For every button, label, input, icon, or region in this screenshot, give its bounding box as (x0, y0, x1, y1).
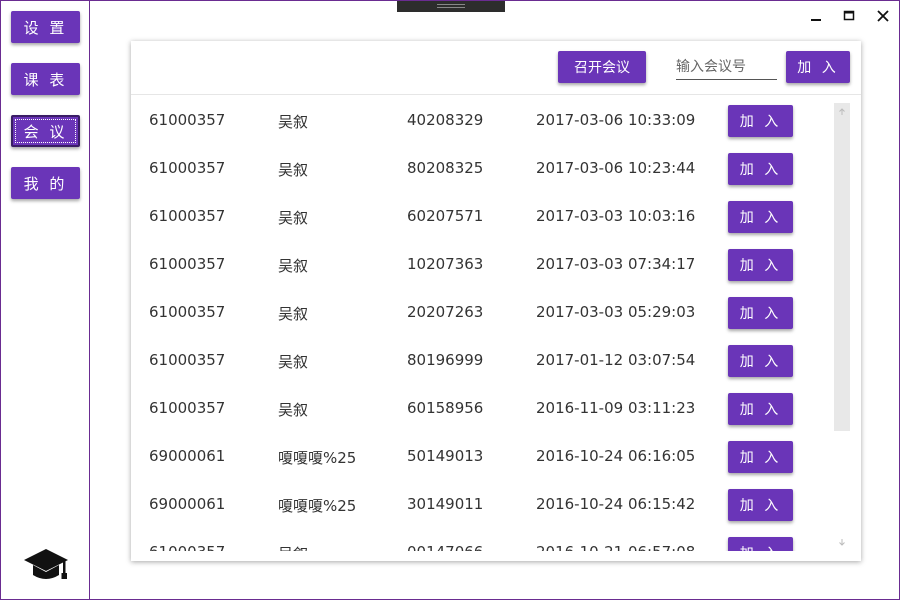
host-name: 吴叙 (278, 353, 309, 371)
sidebar-item-mine[interactable]: 我 的 (11, 167, 80, 199)
host-id: 69000061 (149, 495, 226, 513)
sidebar-item-schedule[interactable]: 课 表 (11, 63, 80, 95)
host-id: 61000357 (149, 111, 226, 129)
meeting-time: 2016-10-24 06:15:42 (536, 495, 696, 513)
row-join-button[interactable]: 加 入 (728, 489, 793, 521)
host-name: 吴叙 (278, 113, 309, 131)
meeting-time: 2017-03-03 07:34:17 (536, 255, 696, 273)
list-item: 61000357 吴叙 60158956 2016-11-09 03:11:23… (131, 384, 831, 432)
host-name: 吴叙 (278, 161, 309, 179)
close-icon[interactable] (873, 7, 893, 25)
drag-handle[interactable] (397, 1, 505, 12)
host-id: 61000357 (149, 543, 225, 551)
row-join-button[interactable]: 加 入 (728, 249, 793, 281)
host-name: 吴叙 (278, 401, 309, 419)
app-window: 设 置 课 表 会 议 我 的 召开会议 加 入 61000357 吴叙 402… (0, 0, 900, 600)
meeting-time: 2017-03-06 10:23:44 (536, 159, 696, 177)
list-item: 61000357 吴叙 40208329 2017-03-06 10:33:09… (131, 96, 831, 144)
meeting-time: 2017-01-12 03:07:54 (536, 351, 696, 369)
list-item: 69000061 嗄嗄嗄%25 50149013 2016-10-24 06:1… (131, 432, 831, 480)
host-id: 61000357 (149, 255, 226, 273)
meeting-number: 40208329 (407, 111, 484, 129)
meeting-time: 2017-03-03 05:29:03 (536, 303, 696, 321)
meeting-number: 60207571 (407, 207, 484, 225)
row-join-button[interactable]: 加 入 (728, 441, 793, 473)
host-name: 吴叙 (278, 209, 309, 227)
list-item: 61000357 吴叙 10207363 2017-03-03 07:34:17… (131, 240, 831, 288)
meeting-time: 2017-03-03 10:03:16 (536, 207, 696, 225)
host-id: 61000357 (149, 351, 226, 369)
host-id: 61000357 (149, 207, 226, 225)
meeting-time: 2016-11-09 03:11:23 (536, 399, 696, 417)
minimize-icon[interactable] (806, 7, 826, 25)
scroll-down-icon[interactable] (834, 535, 850, 549)
host-id: 61000357 (149, 303, 226, 321)
list-item: 61000357 吴叙 80196999 2017-01-12 03:07:54… (131, 336, 831, 384)
card-header: 召开会议 加 入 (131, 41, 861, 95)
list-item: 61000357 吴叙 20207263 2017-03-03 05:29:03… (131, 288, 831, 336)
meeting-number: 00147066 (407, 543, 483, 551)
row-join-button[interactable]: 加 入 (728, 153, 793, 185)
host-name: 嗄嗄嗄%25 (278, 449, 357, 467)
row-join-button[interactable]: 加 入 (728, 345, 793, 377)
row-join-button[interactable]: 加 入 (728, 297, 793, 329)
meeting-number: 10207363 (407, 255, 484, 273)
meeting-time: 2017-03-06 10:33:09 (536, 111, 696, 129)
meeting-number: 80208325 (407, 159, 484, 177)
meeting-time: 2016-10-24 06:16:05 (536, 447, 696, 465)
list-item: 61000357 吴叙 60207571 2017-03-03 10:03:16… (131, 192, 831, 240)
sidebar-item-settings[interactable]: 设 置 (11, 11, 80, 43)
meeting-number: 80196999 (407, 351, 484, 369)
scrollbar[interactable] (834, 103, 852, 553)
join-meeting-button[interactable]: 加 入 (786, 51, 850, 83)
host-name: 嗄嗄嗄%25 (278, 497, 357, 515)
list-item: 69000061 嗄嗄嗄%25 30149011 2016-10-24 06:1… (131, 480, 831, 528)
scrollbar-thumb[interactable] (834, 103, 850, 431)
maximize-icon[interactable] (839, 7, 859, 25)
open-meeting-button[interactable]: 召开会议 (558, 51, 646, 83)
sidebar: 设 置 课 表 会 议 我 的 (1, 1, 90, 599)
meeting-time: 2016-10-21 06:57:08 (536, 543, 695, 551)
row-join-button[interactable]: 加 入 (728, 105, 793, 137)
list-item: 61000357 吴叙 00147066 2016-10-21 06:57:08… (131, 528, 831, 551)
meeting-list-card: 召开会议 加 入 61000357 吴叙 40208329 2017-03-06… (131, 41, 861, 561)
meeting-number: 60158956 (407, 399, 484, 417)
host-id: 69000061 (149, 447, 226, 465)
scroll-up-icon[interactable] (834, 105, 850, 119)
meeting-number: 20207263 (407, 303, 484, 321)
meeting-number-input[interactable] (676, 54, 777, 80)
row-join-button[interactable]: 加 入 (728, 537, 793, 551)
row-join-button[interactable]: 加 入 (728, 201, 793, 233)
host-name: 吴叙 (278, 305, 309, 323)
host-id: 61000357 (149, 399, 226, 417)
meeting-list: 61000357 吴叙 40208329 2017-03-06 10:33:09… (131, 96, 831, 551)
host-id: 61000357 (149, 159, 226, 177)
sidebar-item-meeting[interactable]: 会 议 (11, 115, 80, 147)
host-name: 吴叙 (278, 543, 308, 551)
list-item: 61000357 吴叙 80208325 2017-03-06 10:23:44… (131, 144, 831, 192)
meeting-number: 30149011 (407, 495, 484, 513)
meeting-number: 50149013 (407, 447, 484, 465)
graduation-cap-icon (23, 547, 69, 587)
row-join-button[interactable]: 加 入 (728, 393, 793, 425)
host-name: 吴叙 (278, 257, 309, 275)
